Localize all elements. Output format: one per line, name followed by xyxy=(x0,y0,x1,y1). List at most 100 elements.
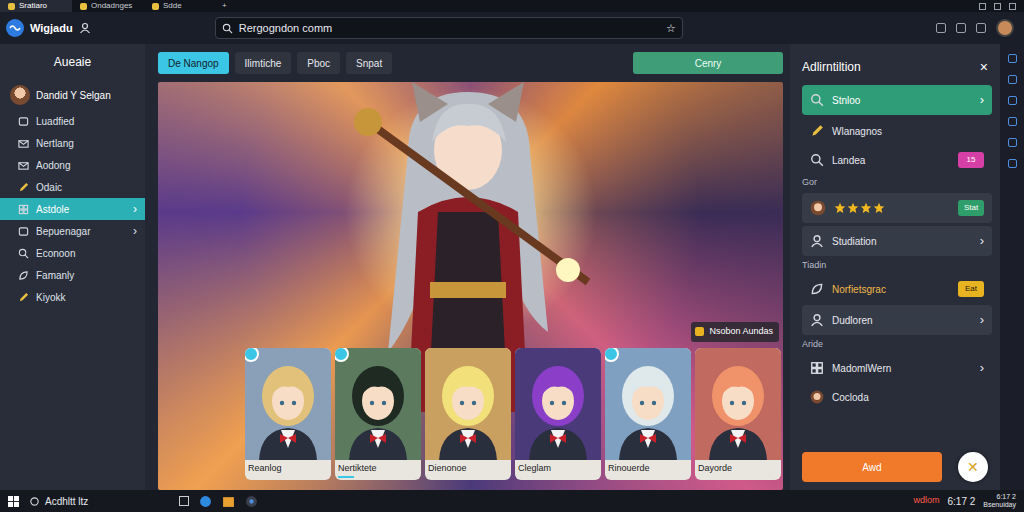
panel-footer: Awd ✕ xyxy=(802,452,992,482)
strip-tool-icon[interactable] xyxy=(1008,75,1017,84)
panel-item-label: Wlanagnos xyxy=(832,126,882,137)
selected-underline xyxy=(518,476,534,478)
character-name: Dienonoe xyxy=(428,462,467,476)
content-tab[interactable]: Ilimtiche xyxy=(235,52,292,74)
panel-entry: Wlanagnos xyxy=(802,118,992,144)
character-portrait-icon xyxy=(425,348,511,460)
browser-tab[interactable]: Sdde xyxy=(144,0,216,12)
user-avatar-icon xyxy=(10,85,30,105)
close-icon[interactable] xyxy=(1009,3,1016,10)
close-fab[interactable]: ✕ xyxy=(958,452,988,482)
clock-date: Bsenuiday xyxy=(983,501,1016,509)
sidebar-item[interactable]: Astdole› xyxy=(0,198,145,220)
address-text[interactable]: Rergogndon comm xyxy=(239,20,660,37)
panel-entry: Cocloda xyxy=(802,384,992,410)
sidebar-item[interactable]: Bepuenagar› xyxy=(0,220,145,242)
panel-item[interactable]: Cocloda xyxy=(802,384,992,410)
sidebar-item-label: Luadfied xyxy=(36,114,74,129)
panel-item[interactable]: Wlanagnos xyxy=(802,118,992,144)
hair-icon xyxy=(532,366,584,426)
hair-icon xyxy=(712,366,764,426)
sidebar-item[interactable]: Nertlang xyxy=(0,132,145,154)
new-tab-button[interactable]: + xyxy=(216,0,233,12)
extension-icon[interactable] xyxy=(936,23,946,33)
user-row[interactable]: Dandid Y Selgan xyxy=(0,80,145,110)
toolbar-icons xyxy=(936,19,1018,37)
browser-toolbar: WigjaduRergogndon comm☆ xyxy=(0,12,1024,44)
download-icon[interactable] xyxy=(956,23,966,33)
rating-row[interactable]: Stat xyxy=(802,193,992,223)
chevron: › xyxy=(980,231,984,251)
maximize-icon[interactable] xyxy=(994,3,1001,10)
wave-icon xyxy=(9,22,21,34)
character-card[interactable]: Rinouerde xyxy=(605,348,691,481)
profile-avatar-icon[interactable] xyxy=(996,19,1014,37)
edge-icon xyxy=(199,495,212,508)
sidebar-item[interactable]: Econoon xyxy=(0,242,145,264)
hair-icon xyxy=(352,366,404,426)
panel-item[interactable]: MadomlWern› xyxy=(802,355,992,381)
browser-icon xyxy=(245,495,258,508)
strip-tool-icon[interactable] xyxy=(1008,54,1017,63)
address-bar[interactable]: Rergogndon comm ☆ xyxy=(215,17,683,39)
clock[interactable]: 6:17 2Bsenuiday xyxy=(983,493,1016,509)
sidebar-item[interactable]: Aodong xyxy=(0,154,145,176)
new-tab-label[interactable]: + xyxy=(222,1,227,10)
chevron: › xyxy=(980,310,984,330)
strip-tool-icon[interactable] xyxy=(1008,159,1017,168)
character-card[interactable]: Reanlog xyxy=(245,348,331,481)
panel-item[interactable]: Studiation› xyxy=(802,226,992,256)
taskbar-search[interactable]: Acdhltt ltz xyxy=(29,494,169,509)
character-card[interactable]: Dayorde xyxy=(695,348,781,481)
character-name: Rinouerde xyxy=(608,462,650,476)
sidebar-item[interactable]: Luadfied xyxy=(0,110,145,132)
search-icon xyxy=(810,93,824,107)
bookmark-star[interactable]: ☆ xyxy=(666,20,676,37)
browser-tab[interactable]: Ondadnges xyxy=(72,0,144,12)
sidebar-item[interactable]: Kiyokk xyxy=(0,286,145,308)
character-card[interactable]: Nertiktete xyxy=(335,348,421,481)
character-card[interactable]: Cleglam xyxy=(515,348,601,481)
settings-icon[interactable] xyxy=(976,23,986,33)
sidebar-item[interactable]: Odaic xyxy=(0,176,145,198)
sidebar-item-label: Nertlang xyxy=(36,136,74,151)
panel-item-label: MadomlWern xyxy=(832,363,891,374)
close-button[interactable]: × xyxy=(976,57,992,78)
browser-tab[interactable]: Sratiaro xyxy=(0,0,72,12)
content-tab-label: Pboc xyxy=(307,56,330,71)
windows-logo-icon[interactable] xyxy=(8,496,19,507)
content-tab[interactable]: Snpat xyxy=(346,52,392,74)
content-tab-label: De Nangop xyxy=(168,56,219,71)
panel-entry: Aride xyxy=(802,338,992,352)
panel-item[interactable]: NorfietsgracEat xyxy=(802,276,992,302)
primary-button[interactable]: Awd xyxy=(802,452,942,482)
taskbar-search-text[interactable]: Acdhltt ltz xyxy=(45,494,88,509)
strip-tool-icon[interactable] xyxy=(1008,96,1017,105)
right-panel: Adlirntiltion×Stnloo›WlanagnosLandea15Go… xyxy=(790,44,1000,490)
user-name: Dandid Y Selgan xyxy=(36,88,111,103)
menu-icon xyxy=(18,116,29,127)
task-view-icon[interactable] xyxy=(179,496,189,506)
panel-item[interactable]: Landea15 xyxy=(802,147,992,173)
strip-tool-icon[interactable] xyxy=(1008,138,1017,147)
person-icon xyxy=(810,234,824,248)
face-icon xyxy=(810,313,824,327)
app-logo-icon[interactable] xyxy=(6,19,24,37)
panel-item[interactable]: Dudloren› xyxy=(802,305,992,335)
sidebar-item-label: Kiyokk xyxy=(36,290,65,305)
chevron: › xyxy=(133,200,137,218)
content-tab[interactable]: Pboc xyxy=(297,52,340,74)
strip-tool-icon[interactable] xyxy=(1008,117,1017,126)
action-button[interactable]: Cenry xyxy=(633,52,783,74)
content-tab[interactable]: De Nangop xyxy=(158,52,229,74)
panel-item[interactable]: Stnloo› xyxy=(802,85,992,115)
hero-badge-text: Nsobon Aundas xyxy=(709,325,773,339)
badge-text: Eat xyxy=(965,283,977,295)
sidebar-item[interactable]: Famanly xyxy=(0,264,145,286)
character-card[interactable]: Dienonoe xyxy=(425,348,511,481)
character-list: ReanlogNertiktete Dienonoe Cleglam Rinouerd… xyxy=(245,348,781,481)
menu-icon xyxy=(18,226,29,237)
minimize-icon[interactable] xyxy=(979,3,986,10)
content-tab-label: Snpat xyxy=(356,56,382,71)
star-rating xyxy=(834,202,885,214)
